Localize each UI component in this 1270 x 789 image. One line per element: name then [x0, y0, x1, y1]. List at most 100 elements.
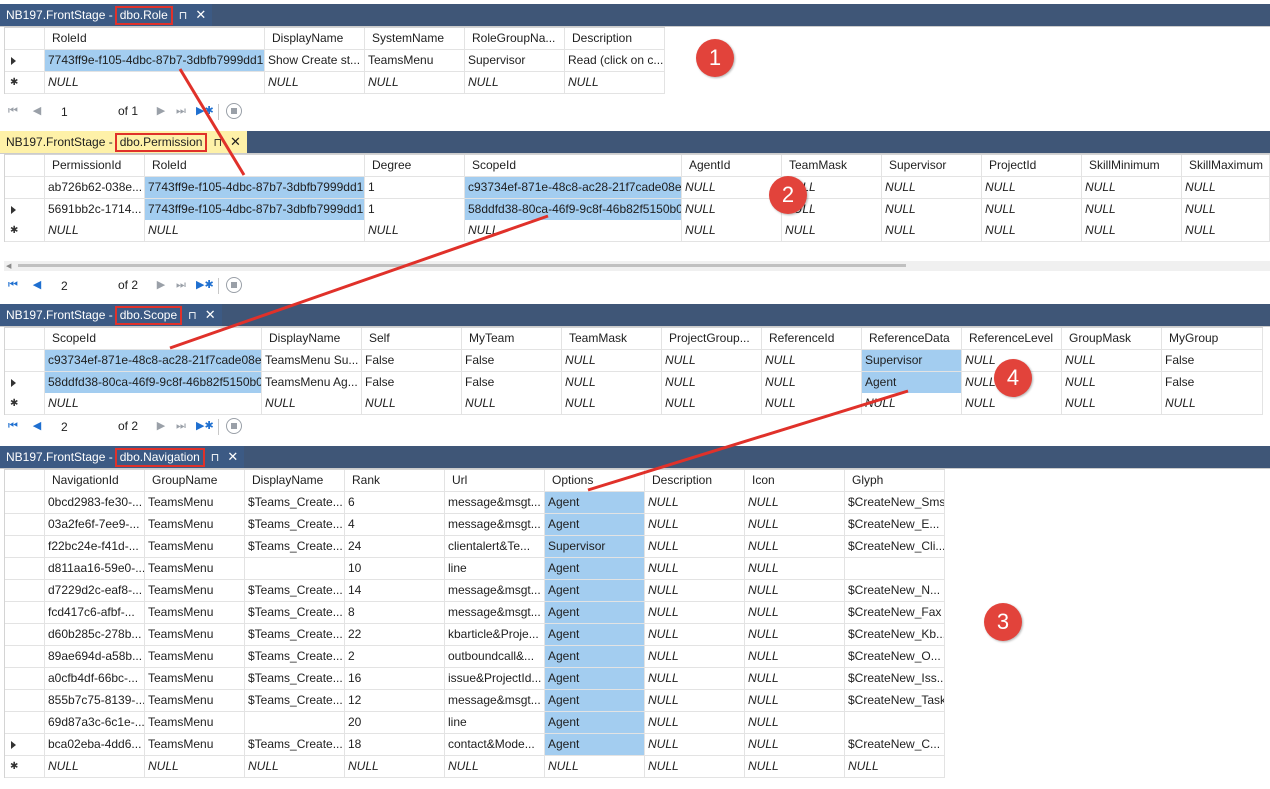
column-header[interactable]: Description — [645, 470, 745, 492]
stop-icon[interactable] — [226, 418, 242, 434]
table-cell[interactable]: line — [445, 712, 545, 734]
column-header[interactable]: Degree — [365, 155, 465, 177]
column-header[interactable]: DisplayName — [245, 470, 345, 492]
column-header[interactable]: Rank — [345, 470, 445, 492]
table-cell[interactable]: NULL — [645, 734, 745, 756]
table-cell[interactable]: 7743ff9e-f105-4dbc-87b7-3dbfb7999dd1 — [145, 199, 365, 221]
table-row[interactable]: 69d87a3c-6c1e-... TeamsMenu 20 line Agent NUL… — [5, 712, 945, 734]
table-cell[interactable]: NULL — [745, 514, 845, 536]
table-cell[interactable]: outboundcall&... — [445, 646, 545, 668]
table-cell[interactable]: 8 — [345, 602, 445, 624]
close-icon[interactable]: ✕ — [205, 307, 216, 323]
table-cell[interactable]: message&msgt... — [445, 580, 545, 602]
table-cell[interactable]: message&msgt... — [445, 492, 545, 514]
column-header[interactable]: Icon — [745, 470, 845, 492]
table-cell[interactable]: False — [462, 350, 562, 372]
table-cell[interactable]: issue&ProjectId... — [445, 668, 545, 690]
table-cell[interactable]: NULL — [265, 72, 365, 94]
table-cell[interactable]: 22 — [345, 624, 445, 646]
column-header[interactable]: ReferenceId — [762, 328, 862, 350]
table-cell[interactable]: Agent — [545, 668, 645, 690]
table-cell[interactable]: kbarticle&Proje... — [445, 624, 545, 646]
table-cell[interactable]: NULL — [445, 756, 545, 778]
table-cell[interactable]: NULL — [745, 492, 845, 514]
table-cell[interactable]: False — [362, 350, 462, 372]
table-cell[interactable]: NULL — [1182, 177, 1270, 199]
row-selector[interactable] — [5, 28, 45, 50]
table-cell[interactable]: 10 — [345, 558, 445, 580]
table-cell[interactable]: NULL — [1082, 177, 1182, 199]
last-page-icon[interactable]: ⏭ — [174, 278, 188, 292]
table-cell[interactable]: NULL — [745, 602, 845, 624]
table-cell[interactable]: NULL — [645, 624, 745, 646]
page-number-input[interactable]: 2 — [56, 417, 118, 437]
table-cell[interactable]: NULL — [1182, 220, 1270, 242]
row-selector[interactable] — [5, 177, 45, 199]
table-cell[interactable]: NULL — [145, 220, 365, 242]
table-cell[interactable]: 1 — [365, 177, 465, 199]
table-cell[interactable]: NULL — [645, 514, 745, 536]
scrollbar-thumb[interactable] — [18, 264, 906, 267]
table-cell[interactable]: NULL — [982, 177, 1082, 199]
column-header[interactable]: SkillMinimum — [1082, 155, 1182, 177]
table-cell[interactable] — [845, 558, 945, 580]
table-cell[interactable]: NULL — [745, 624, 845, 646]
table-cell[interactable]: TeamsMenu — [145, 558, 245, 580]
table-row[interactable]: bca02eba-4dd6... TeamsMenu $Teams_Create..… — [5, 734, 945, 756]
column-header[interactable]: MyTeam — [462, 328, 562, 350]
new-row-icon[interactable]: ✱ — [5, 756, 45, 778]
table-cell[interactable]: NULL — [45, 72, 265, 94]
navigation-tab[interactable]: NB197.FrontStage - dbo.Navigation ⊓ ✕ — [0, 446, 245, 468]
table-cell[interactable]: bca02eba-4dd6... — [45, 734, 145, 756]
column-header[interactable]: Options — [545, 470, 645, 492]
table-cell[interactable]: TeamsMenu — [145, 580, 245, 602]
table-cell[interactable]: TeamsMenu — [145, 646, 245, 668]
table-cell[interactable]: NULL — [682, 220, 782, 242]
table-cell[interactable]: 2 — [345, 646, 445, 668]
table-cell[interactable]: NULL — [145, 756, 245, 778]
table-cell[interactable]: NULL — [745, 558, 845, 580]
table-row[interactable]: 89ae694d-a58b... TeamsMenu $Teams_Create..… — [5, 646, 945, 668]
row-selector[interactable] — [5, 580, 45, 602]
row-selector[interactable] — [5, 646, 45, 668]
table-cell[interactable]: NULL — [645, 580, 745, 602]
table-cell[interactable] — [245, 712, 345, 734]
table-row[interactable]: d7229d2c-eaf8-... TeamsMenu $Teams_Create.… — [5, 580, 945, 602]
page-number-input[interactable]: 1 — [56, 102, 118, 122]
permission-tab[interactable]: NB197.FrontStage - dbo.Permission ⊓ ✕ — [0, 131, 247, 153]
table-cell[interactable]: 0bcd2983-fe30-... — [45, 492, 145, 514]
table-cell[interactable]: TeamsMenu — [145, 734, 245, 756]
table-cell[interactable]: Supervisor — [862, 350, 962, 372]
column-header[interactable]: ProjectId — [982, 155, 1082, 177]
column-header[interactable]: AgentId — [682, 155, 782, 177]
table-cell[interactable]: NULL — [462, 393, 562, 415]
table-cell[interactable]: Agent — [862, 372, 962, 394]
table-cell[interactable]: NULL — [645, 558, 745, 580]
column-header[interactable]: ScopeId — [45, 328, 262, 350]
table-cell[interactable]: Supervisor — [465, 50, 565, 72]
current-row-icon[interactable] — [5, 734, 45, 756]
table-cell[interactable]: message&msgt... — [445, 514, 545, 536]
table-cell[interactable]: a0cfb4df-66bc-... — [45, 668, 145, 690]
table-cell[interactable]: NULL — [662, 393, 762, 415]
column-header[interactable]: Self — [362, 328, 462, 350]
table-cell[interactable]: NULL — [562, 372, 662, 394]
table-cell[interactable]: TeamsMenu Ag... — [262, 372, 362, 394]
table-cell[interactable]: TeamsMenu Su... — [262, 350, 362, 372]
column-header[interactable]: PermissionId — [45, 155, 145, 177]
table-cell[interactable]: NULL — [662, 350, 762, 372]
table-cell[interactable]: $Teams_Create... — [245, 602, 345, 624]
column-header[interactable]: Glyph — [845, 470, 945, 492]
table-cell[interactable]: NULL — [645, 492, 745, 514]
scroll-left-icon[interactable]: ◀ — [6, 262, 11, 270]
row-selector[interactable] — [5, 602, 45, 624]
stop-icon[interactable] — [226, 103, 242, 119]
close-icon[interactable]: ✕ — [227, 449, 238, 465]
table-cell[interactable]: NULL — [645, 536, 745, 558]
table-cell[interactable]: message&msgt... — [445, 602, 545, 624]
table-cell[interactable]: message&msgt... — [445, 690, 545, 712]
table-cell[interactable]: NULL — [762, 372, 862, 394]
table-cell[interactable]: NULL — [1182, 199, 1270, 221]
prev-page-icon[interactable]: ◀ — [30, 278, 44, 292]
column-header[interactable]: RoleId — [145, 155, 365, 177]
